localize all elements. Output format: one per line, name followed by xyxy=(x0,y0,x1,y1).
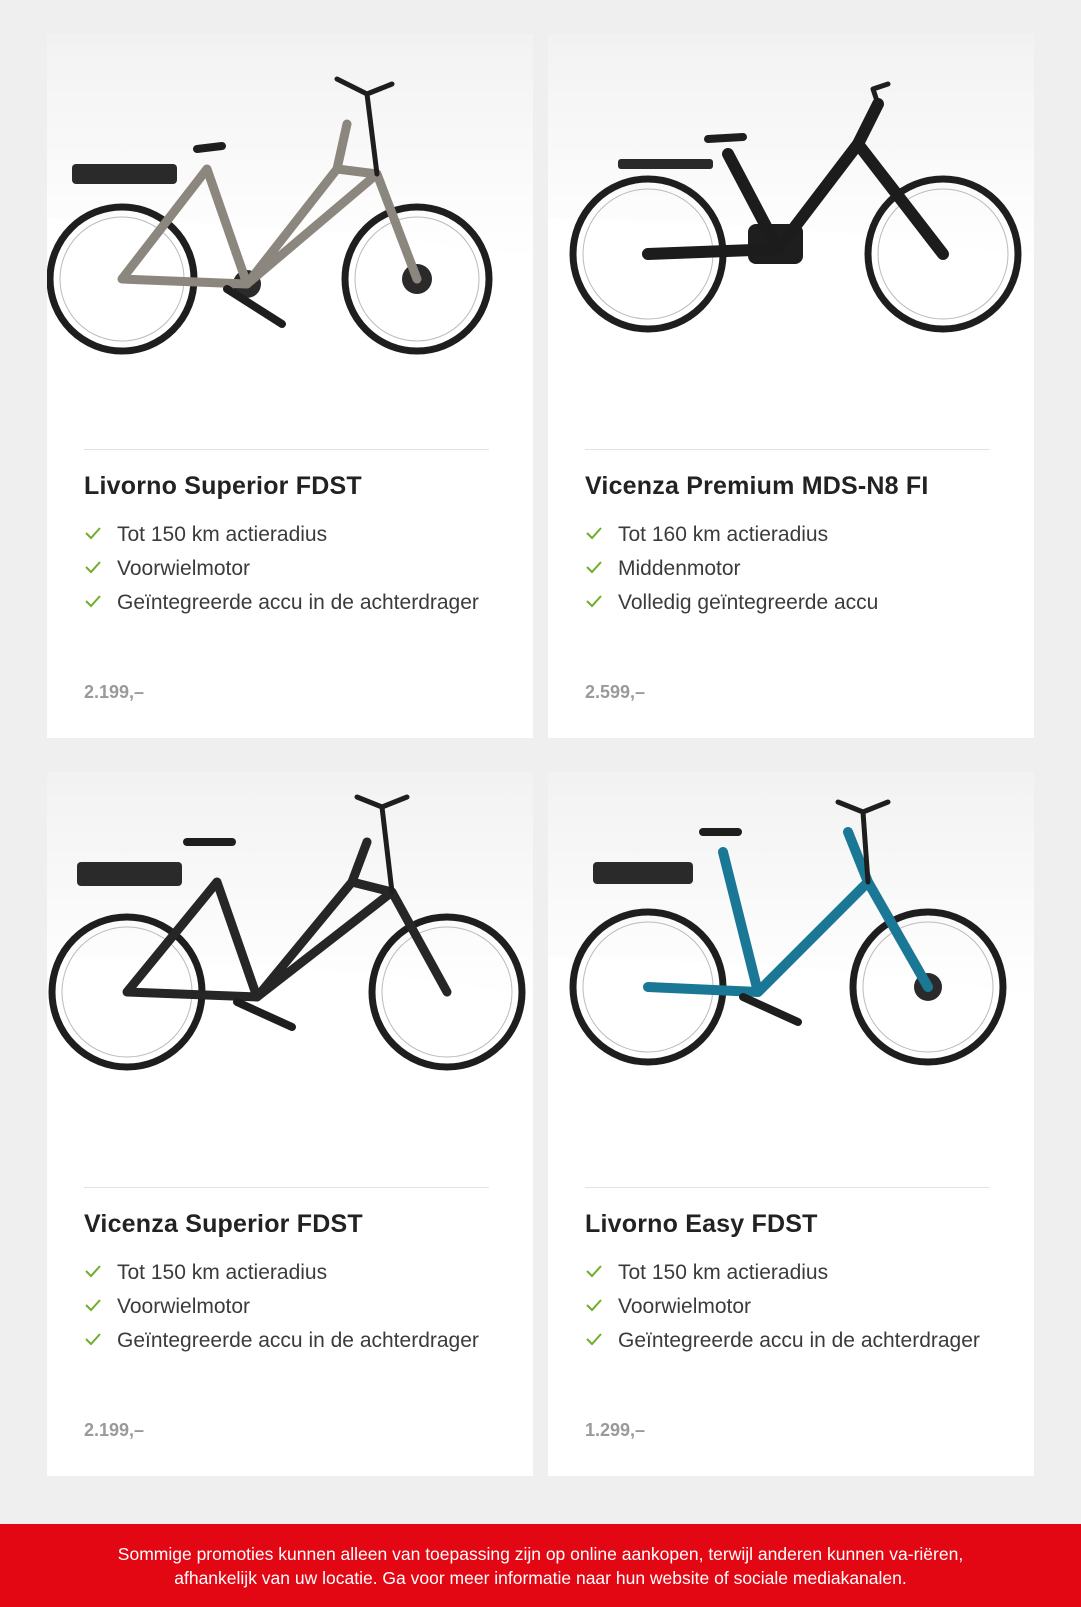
check-icon xyxy=(586,1299,602,1312)
feature-item: Middenmotor xyxy=(585,552,1005,586)
feature-list: Tot 150 km actieradius Voorwielmotor Geï… xyxy=(84,518,504,620)
check-icon xyxy=(586,527,602,540)
divider xyxy=(585,449,990,450)
feature-list: Tot 150 km actieradius Voorwielmotor Geï… xyxy=(84,1256,504,1358)
feature-item: Geïntegreerde accu in de achterdrager xyxy=(585,1324,1005,1358)
check-icon xyxy=(85,595,101,608)
bike-image[interactable] xyxy=(548,34,1034,449)
check-icon xyxy=(85,527,101,540)
product-price: 2.199,– xyxy=(84,1420,145,1440)
feature-list: Tot 160 km actieradius Middenmotor Volle… xyxy=(585,518,1005,620)
feature-item: Tot 150 km actieradius xyxy=(84,518,504,552)
feature-item: Geïntegreerde accu in de achterdrager xyxy=(84,1324,504,1358)
product-title[interactable]: Livorno Easy FDST xyxy=(585,1210,818,1239)
promo-disclaimer-banner: Sommige promoties kunnen alleen van toep… xyxy=(0,1524,1081,1607)
divider xyxy=(84,1187,489,1188)
check-icon xyxy=(586,1333,602,1346)
feature-item: Tot 160 km actieradius xyxy=(585,518,1005,552)
divider xyxy=(585,1187,990,1188)
product-price: 1.299,– xyxy=(585,1420,646,1440)
divider xyxy=(84,449,489,450)
check-icon xyxy=(85,1333,101,1346)
feature-item: Volledig geïntegreerde accu xyxy=(585,586,1005,620)
product-card[interactable]: Vicenza Premium MDS-N8 FI Tot 160 km act… xyxy=(548,34,1034,738)
feature-list: Tot 150 km actieradius Voorwielmotor Geï… xyxy=(585,1256,1005,1358)
product-title[interactable]: Vicenza Premium MDS-N8 FI xyxy=(585,472,929,501)
feature-item: Voorwielmotor xyxy=(84,1290,504,1324)
bike-image[interactable] xyxy=(47,772,533,1187)
bike-image[interactable] xyxy=(548,772,1034,1187)
product-price: 2.199,– xyxy=(84,682,145,702)
check-icon xyxy=(586,1265,602,1278)
feature-item: Tot 150 km actieradius xyxy=(585,1256,1005,1290)
product-price: 2.599,– xyxy=(585,682,646,702)
check-icon xyxy=(85,1299,101,1312)
product-title[interactable]: Vicenza Superior FDST xyxy=(84,1210,363,1239)
feature-item: Tot 150 km actieradius xyxy=(84,1256,504,1290)
check-icon xyxy=(586,561,602,574)
feature-item: Geïntegreerde accu in de achterdrager xyxy=(84,586,504,620)
bike-image[interactable] xyxy=(47,34,533,449)
check-icon xyxy=(586,595,602,608)
product-card[interactable]: Livorno Superior FDST Tot 150 km actiera… xyxy=(47,34,533,738)
check-icon xyxy=(85,561,101,574)
feature-item: Voorwielmotor xyxy=(84,552,504,586)
product-card[interactable]: Livorno Easy FDST Tot 150 km actieradius… xyxy=(548,772,1034,1476)
product-title[interactable]: Livorno Superior FDST xyxy=(84,472,362,501)
check-icon xyxy=(85,1265,101,1278)
disclaimer-text: Sommige promoties kunnen alleen van toep… xyxy=(117,1543,964,1588)
product-card[interactable]: Vicenza Superior FDST Tot 150 km actiera… xyxy=(47,772,533,1476)
feature-item: Voorwielmotor xyxy=(585,1290,1005,1324)
